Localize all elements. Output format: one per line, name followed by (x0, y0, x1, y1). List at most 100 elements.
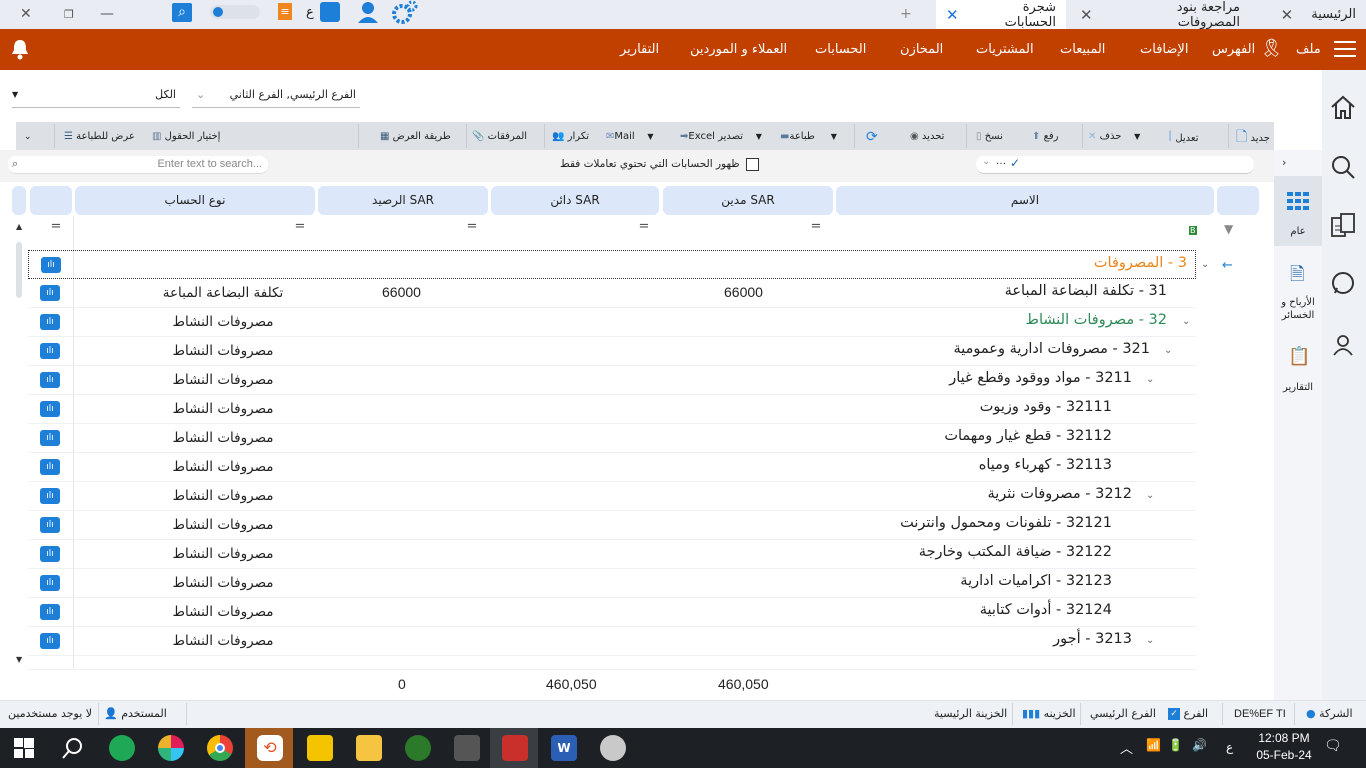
chart-bubble-icon[interactable]: ılı (40, 314, 60, 330)
user-profile-icon[interactable] (1332, 334, 1354, 359)
menu-additions[interactable]: الإضافات (1140, 29, 1188, 70)
menu-accounts[interactable]: الحسابات (815, 29, 866, 70)
select-button[interactable]: تحديد ◉ (910, 122, 944, 150)
edit-button[interactable]: تعديل I (1168, 122, 1199, 150)
translate-icon[interactable] (320, 2, 340, 22)
transactions-only-checkbox[interactable] (746, 158, 759, 171)
whatsapp-icon[interactable] (1330, 270, 1356, 299)
table-row[interactable]: ılı مصروفات النشاط 32112 - قطع غيار ومهمات (28, 424, 1196, 453)
export-excel-button[interactable]: ▼ تصدير Excel➡ (680, 122, 762, 150)
scroll-up-arrow[interactable]: ▲ (16, 222, 22, 231)
table-row[interactable]: ılı مصروفات النشاط 32121 - تلفونات ومحمول … (28, 511, 1196, 540)
chart-bubble-icon[interactable]: ılı (40, 517, 60, 533)
type-filter[interactable]: الكل ▼ (12, 88, 180, 108)
ellipsis-icon[interactable]: … (996, 156, 1006, 167)
dexef-app-icon[interactable] (502, 735, 528, 761)
home-icon[interactable] (1330, 94, 1356, 123)
table-row[interactable]: ılı مصروفات النشاط 32 - مصروفات النشاط ⌄ (28, 308, 1196, 337)
attachments-button[interactable]: المرفقات 📎 (472, 122, 527, 150)
green-app-icon[interactable] (405, 735, 431, 761)
choose-fields-button[interactable]: إختيار الحقول ▥ (152, 122, 220, 150)
mail-button[interactable]: ▼ Mail✉ (606, 122, 654, 150)
column-header-credit[interactable]: دائن SAR (491, 186, 659, 215)
chart-bubble-icon[interactable]: ılı (41, 257, 61, 273)
restore-window-button[interactable]: ❐ (64, 8, 74, 21)
filter-funnel-icon[interactable]: ▼ (1224, 222, 1233, 236)
expand-chevron-icon[interactable]: ⌄ (1146, 490, 1154, 501)
calendar-app-icon[interactable] (454, 735, 480, 761)
input-language-indicator[interactable]: ع (1226, 740, 1233, 754)
account-name-cell[interactable]: 3213 - أجور (1053, 631, 1132, 647)
toolbar-overflow-chevron-icon[interactable]: ⌄ (24, 122, 32, 150)
chart-bubble-icon[interactable]: ılı (40, 575, 60, 591)
account-name-cell[interactable]: 3212 - مصروفات نثرية (987, 486, 1132, 502)
menu-reports[interactable]: التقارير (620, 29, 659, 70)
close-window-button[interactable]: ✕ (20, 6, 32, 22)
copy-button[interactable]: نسخ ▯ (976, 122, 1003, 150)
branch-filter[interactable]: الفرع الرئيسي, الفرع الثاني ⌄ (192, 88, 360, 108)
filter-debit[interactable]: = (806, 219, 826, 243)
wifi-icon[interactable]: 📶 (1146, 738, 1161, 752)
whatsapp-app-icon[interactable] (109, 735, 135, 761)
close-tab-icon[interactable]: ✕ (946, 6, 959, 24)
windows-start-icon[interactable] (14, 738, 34, 758)
account-name-cell[interactable]: 32122 - ضيافة المكتب وخارجة (919, 544, 1112, 560)
account-name-cell[interactable]: 32123 - اكراميات ادارية (960, 573, 1112, 589)
table-row[interactable]: ılı 3 - المصروفات ⌄ (28, 250, 1209, 279)
new-button[interactable]: جديد 🗋 (1236, 122, 1270, 150)
menu-clients-suppliers[interactable]: العملاء و الموردين (690, 29, 787, 70)
scroll-down-arrow[interactable]: ▼ (16, 655, 22, 664)
vertical-scrollbar-thumb[interactable] (16, 242, 22, 298)
account-name-cell[interactable]: 31 - تكلفة البضاعة المباعة (1005, 283, 1167, 299)
menu-file[interactable]: ملف (1296, 29, 1321, 70)
new-tab-button[interactable]: + (900, 6, 912, 22)
table-row[interactable]: ılı مصروفات النشاط 3213 - أجور ⌄ (28, 627, 1196, 656)
chart-bubble-icon[interactable]: ılı (40, 604, 60, 620)
menu-stores[interactable]: المخازن (900, 29, 943, 70)
chart-bubble-icon[interactable]: ılı (40, 285, 60, 301)
account-name-cell[interactable]: 32 - مصروفات النشاط (1026, 312, 1167, 328)
sticky-notes-app-icon[interactable] (307, 735, 333, 761)
column-header-debit[interactable]: مدين SAR (663, 186, 833, 215)
delete-button[interactable]: ▼ حذف ✕ (1088, 122, 1140, 150)
search-nav-icon[interactable] (1330, 154, 1356, 183)
chart-bubble-icon[interactable]: ılı (40, 546, 60, 562)
column-header-balance[interactable]: الرصيد SAR (318, 186, 488, 215)
menu-purchases[interactable]: المشتريات (976, 29, 1034, 70)
slack-app-icon[interactable] (158, 735, 184, 761)
table-row[interactable]: ılı مصروفات النشاط 321 - مصروفات ادارية وع… (28, 337, 1196, 366)
language-label[interactable]: ع (306, 5, 314, 20)
battery-icon[interactable]: 🔋 (1168, 738, 1183, 752)
clock[interactable]: 12:08 PM 05-Feb-24 (1254, 731, 1314, 762)
menu-sales[interactable]: المبيعات (1060, 29, 1105, 70)
table-row[interactable]: ılı تكلفة البضاعة المباعة 66000 66000 31 - ت… (28, 279, 1196, 308)
snipping-tool-app-icon[interactable] (600, 735, 626, 761)
account-name-cell[interactable]: 32121 - تلفونات ومحمول وانترنت (900, 515, 1112, 531)
print-button[interactable]: ▼ طباعة▬ (780, 122, 837, 150)
upload-button[interactable]: رفع ⬆ (1032, 122, 1059, 150)
file-explorer-app-icon[interactable] (356, 735, 382, 761)
filter-credit[interactable]: = (634, 219, 654, 243)
chart-bubble-icon[interactable]: ılı (40, 633, 60, 649)
subnav-general[interactable]: عام (1274, 176, 1322, 246)
print-view-button[interactable]: عرض للطباعة ☰ (64, 122, 135, 150)
filter-type[interactable]: = (290, 219, 310, 243)
user-icon[interactable] (356, 1, 380, 23)
table-row[interactable]: ılı مصروفات النشاط 3211 - مواد ووقود وقطع … (28, 366, 1196, 395)
chart-bubble-icon[interactable]: ılı (40, 401, 60, 417)
expand-chevron-icon[interactable]: ⌄ (1146, 635, 1154, 646)
close-tab-icon[interactable]: ✕ (1281, 6, 1294, 24)
notes-icon[interactable]: ≡ (278, 3, 292, 20)
check-icon[interactable]: ✓ (1010, 156, 1020, 170)
chart-bubble-icon[interactable]: ılı (40, 372, 60, 388)
abc-text-filter-icon[interactable]: B (1189, 226, 1197, 235)
account-name-cell[interactable]: 32112 - قطع غيار ومهمات (944, 428, 1112, 444)
account-name-cell[interactable]: 32111 - وقود وزيوت (980, 399, 1112, 415)
search-icon[interactable]: ⌕ (172, 3, 192, 22)
sync-app-icon[interactable]: ⟲ (257, 735, 283, 761)
tab-home[interactable]: الرئيسية ✕ (1250, 0, 1366, 29)
chart-bubble-icon[interactable]: ılı (40, 488, 60, 504)
volume-icon[interactable]: 🔊 (1192, 738, 1207, 752)
hamburger-menu-icon[interactable] (1334, 41, 1356, 57)
toggle-slider[interactable] (210, 5, 260, 19)
